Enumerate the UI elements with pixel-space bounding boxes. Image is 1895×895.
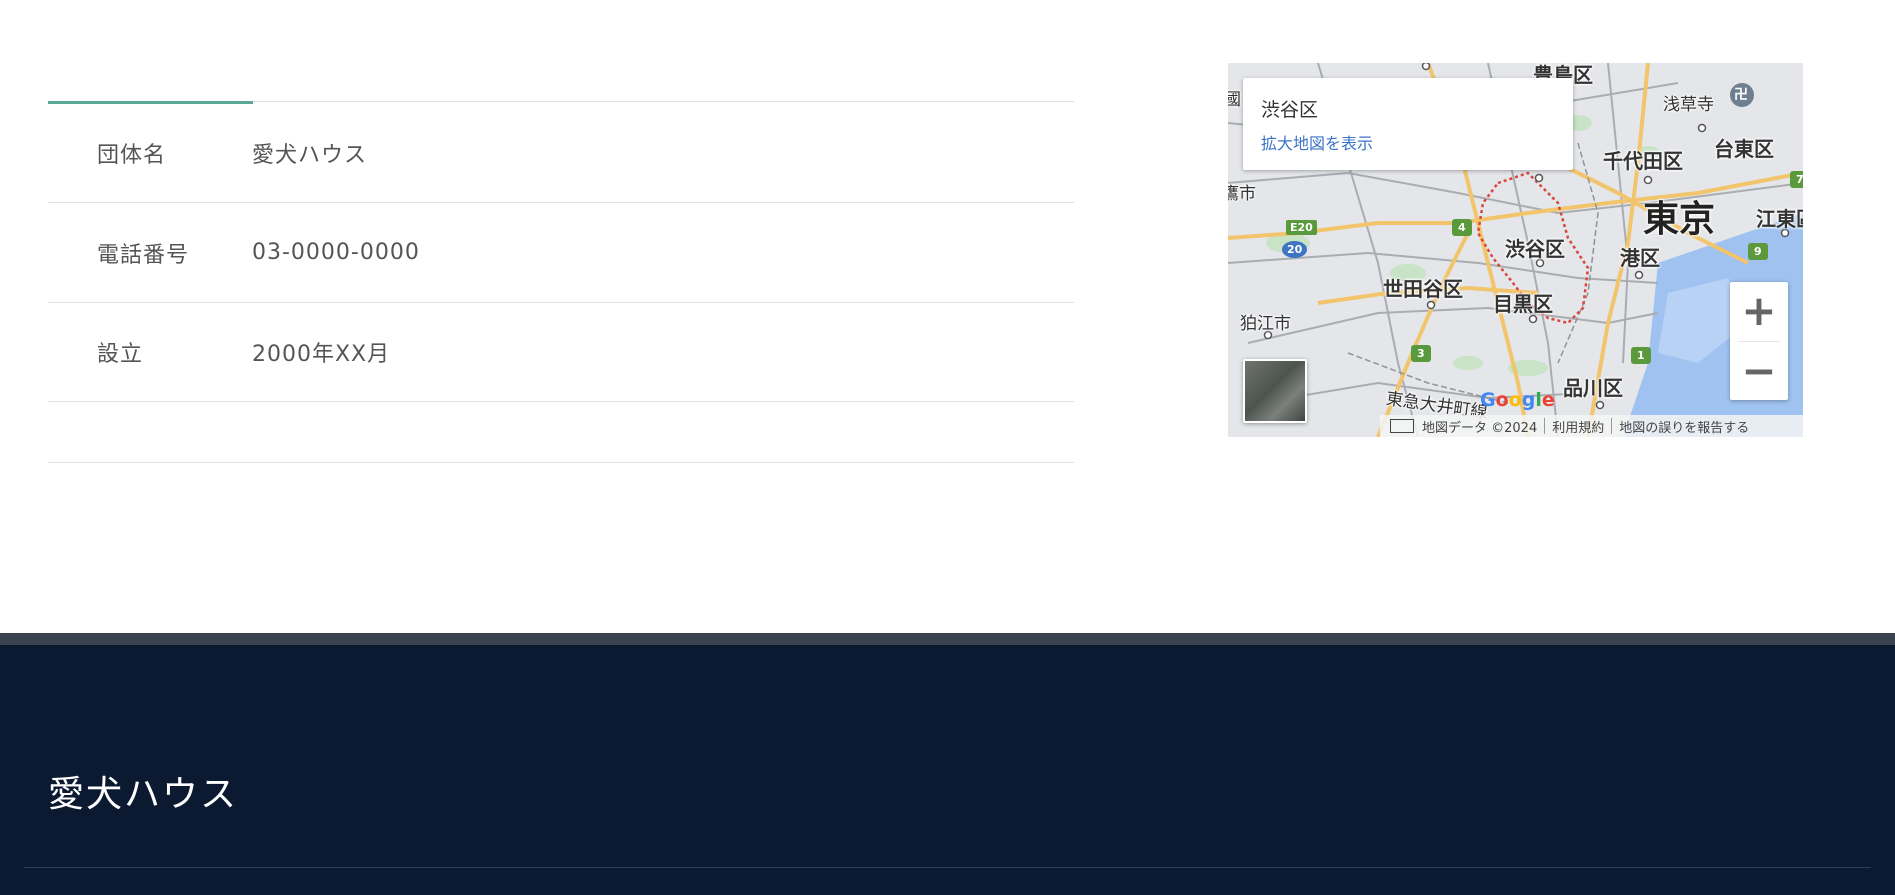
footer-top-band xyxy=(0,633,1895,645)
temple-icon: 卍 xyxy=(1734,87,1748,103)
map-label-tokyo: 東京 xyxy=(1643,199,1716,240)
report-error-link[interactable]: 地図の誤りを報告する xyxy=(1619,417,1749,436)
attribution-separator xyxy=(1544,418,1546,434)
map-info-window: 渋谷区 拡大地図を表示 xyxy=(1243,78,1573,170)
plus-icon: + xyxy=(1741,286,1777,335)
map-data-attribution: 地図データ ©2024 xyxy=(1422,420,1538,436)
table-row: 電話番号 03-0000-0000 xyxy=(48,203,1074,303)
row-value: 03-0000-0000 xyxy=(252,240,420,265)
map-label-shibuya: 渋谷区 xyxy=(1505,237,1565,261)
attribution-separator xyxy=(1611,418,1613,434)
info-window-title: 渋谷区 xyxy=(1261,99,1319,121)
route-badge-9: 9 xyxy=(1748,243,1768,260)
google-logo-letter: G xyxy=(1480,389,1496,411)
google-logo-letter: e xyxy=(1541,389,1555,411)
table-row: 団体名 愛犬ハウス xyxy=(48,103,1074,203)
map-label-partial-city: 鷹市 xyxy=(1228,184,1256,204)
zoom-out-button[interactable]: − xyxy=(1730,342,1788,400)
map-label-partial-kuni: 國 xyxy=(1228,90,1241,110)
google-logo: Google xyxy=(1480,389,1555,411)
map-label-asakusa: 浅草寺 xyxy=(1663,95,1714,115)
view-larger-map-link[interactable]: 拡大地図を表示 xyxy=(1261,130,1373,154)
google-logo-letter: g xyxy=(1521,389,1536,411)
route-badge-1: 1 xyxy=(1631,347,1651,364)
map-label-komae: 狛江市 xyxy=(1240,314,1291,334)
satellite-view-toggle[interactable] xyxy=(1243,359,1307,423)
table-row-empty xyxy=(48,402,1074,463)
map-label-meguro: 目黒区 xyxy=(1493,292,1553,316)
map-attribution-bar: 地図データ ©2024 利用規約 地図の誤りを報告する xyxy=(1380,415,1803,437)
map-label-shinagawa: 品川区 xyxy=(1563,376,1623,400)
google-logo-letter: o xyxy=(1508,389,1522,411)
keyboard-shortcuts-icon[interactable] xyxy=(1390,419,1414,433)
google-map[interactable]: 豊島区 浅草寺 卍 千代田区 台東区 東京 江東區 渋谷区 港区 世田谷区 目黒… xyxy=(1228,63,1803,437)
map-label-koto: 江東區 xyxy=(1756,207,1803,231)
table-row: 設立 2000年XX月 xyxy=(48,302,1074,402)
row-value: 2000年XX月 xyxy=(252,341,391,367)
route-badge-7: 7 xyxy=(1790,171,1803,188)
zoom-controls: + − xyxy=(1730,282,1788,400)
footer-divider xyxy=(24,867,1871,868)
site-footer: 愛犬ハウス xyxy=(0,645,1895,895)
row-label: 電話番号 xyxy=(97,242,190,268)
terms-link[interactable]: 利用規約 xyxy=(1552,417,1604,436)
footer-site-title[interactable]: 愛犬ハウス xyxy=(48,765,238,817)
google-logo-letter: o xyxy=(1495,389,1509,411)
minus-icon: − xyxy=(1741,346,1777,395)
map-label-chiyoda: 千代田区 xyxy=(1603,149,1683,173)
map-label-taito: 台東区 xyxy=(1714,137,1774,161)
row-label: 団体名 xyxy=(97,142,167,168)
map-label-minato: 港区 xyxy=(1620,246,1660,270)
route-badge-4: 4 xyxy=(1452,219,1472,236)
map-label-setagaya: 世田谷区 xyxy=(1383,277,1463,301)
route-badge-e20: E20 xyxy=(1286,220,1317,235)
zoom-in-button[interactable]: + xyxy=(1730,282,1788,340)
row-label: 設立 xyxy=(97,341,144,367)
row-value: 愛犬ハウス xyxy=(252,142,368,168)
route-badge-3: 3 xyxy=(1411,345,1431,362)
